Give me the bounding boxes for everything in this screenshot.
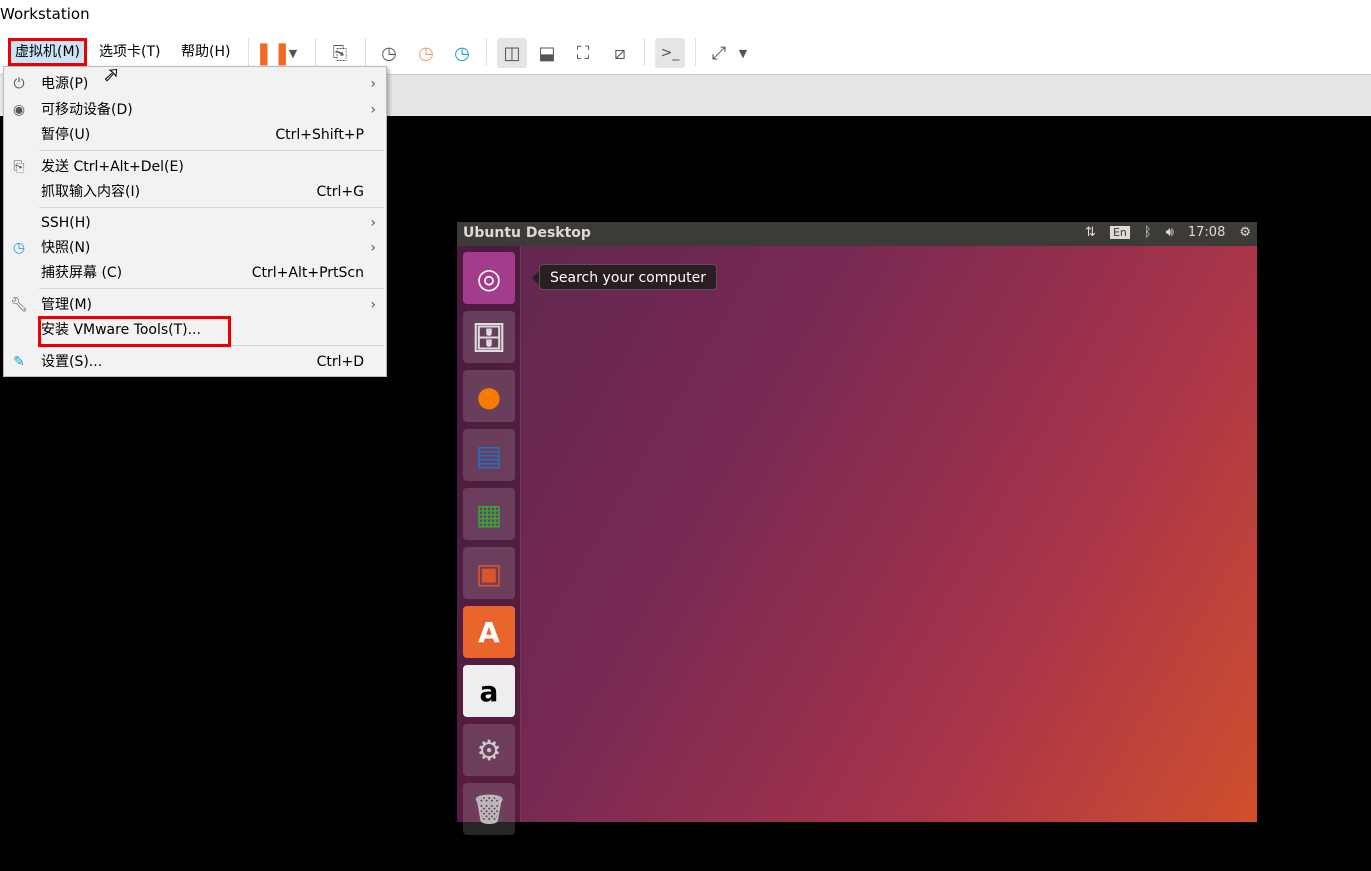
software-center-icon[interactable]: A: [463, 606, 515, 658]
menu-item-pause[interactable]: 暂停(U)Ctrl+Shift+P: [4, 123, 386, 147]
network-icon[interactable]: ⇅: [1085, 225, 1096, 240]
ubuntu-top-panel: Ubuntu Desktop ⇅ En ᛒ 🔊︎ 17:08 ⚙: [457, 222, 1257, 246]
submenu-arrow-icon: ›: [370, 72, 376, 96]
library-view-icon[interactable]: ◫: [497, 38, 527, 68]
firefox-icon[interactable]: ●: [463, 370, 515, 422]
impress-icon[interactable]: ▣: [463, 547, 515, 599]
send-keys-icon: ⎘: [10, 155, 28, 179]
menu-item-snapshot[interactable]: ◷快照(N)›: [4, 236, 386, 260]
snapshot-take-icon[interactable]: ◷: [374, 38, 404, 68]
chevron-down-icon[interactable]: ▼: [283, 38, 303, 68]
disc-icon: ◉: [10, 98, 28, 122]
writer-icon[interactable]: ▤: [463, 429, 515, 481]
power-icon: ⏻: [10, 72, 28, 96]
fullscreen-icon[interactable]: ⛶: [568, 38, 598, 68]
panel-title: Ubuntu Desktop: [463, 225, 591, 241]
send-keys-icon[interactable]: ⎘: [325, 38, 355, 68]
vm-screen[interactable]: Ubuntu Desktop ⇅ En ᛒ 🔊︎ 17:08 ⚙ ◎ 🗄︎ ● …: [457, 222, 1257, 822]
menu-item-removable-devices[interactable]: ◉可移动设备(D)›: [4, 98, 386, 122]
system-settings-icon[interactable]: ⚙: [463, 724, 515, 776]
title-bar: Workstation: [0, 0, 1371, 30]
submenu-arrow-icon: ›: [370, 98, 376, 122]
bluetooth-icon[interactable]: ᛒ: [1144, 225, 1152, 240]
menu-item-grab-input[interactable]: 抓取输入内容(I)Ctrl+G: [4, 180, 386, 204]
wrench-icon: 🔧︎: [10, 293, 28, 317]
mouse-cursor-icon: ➚: [103, 62, 120, 86]
unity-icon[interactable]: ⧄: [605, 38, 635, 68]
trash-icon[interactable]: 🗑︎: [463, 783, 515, 835]
chevron-down-icon[interactable]: ▼: [733, 38, 753, 68]
snapshot-icon: ◷: [10, 236, 28, 260]
files-icon[interactable]: 🗄︎: [463, 311, 515, 363]
stretch-icon[interactable]: ⤢: [704, 38, 734, 68]
highlight-box: [38, 316, 231, 347]
snapshot-manager-icon[interactable]: ◷: [447, 38, 477, 68]
volume-icon[interactable]: 🔊︎: [1166, 225, 1174, 240]
menu-vm[interactable]: 虚拟机(M): [8, 38, 87, 66]
menu-item-ssh[interactable]: SSH(H)›: [4, 211, 386, 235]
menu-item-send-ctrl-alt-del[interactable]: ⎘发送 Ctrl+Alt+Del(E): [4, 155, 386, 179]
console-icon[interactable]: >_: [655, 38, 685, 68]
power-gear-icon[interactable]: ⚙: [1239, 225, 1251, 240]
submenu-arrow-icon: ›: [370, 211, 376, 235]
submenu-arrow-icon: ›: [370, 293, 376, 317]
menu-item-manage[interactable]: 🔧︎管理(M)›: [4, 293, 386, 317]
amazon-icon[interactable]: a: [463, 665, 515, 717]
clock[interactable]: 17:08: [1188, 225, 1225, 240]
launcher-tooltip: Search your computer: [539, 264, 717, 290]
menu-item-capture-screen[interactable]: 捕获屏幕 (C)Ctrl+Alt+PrtScn: [4, 261, 386, 285]
settings-icon: ✎: [10, 350, 28, 374]
menu-item-settings[interactable]: ✎设置(S)...Ctrl+D: [4, 350, 386, 374]
submenu-arrow-icon: ›: [370, 236, 376, 260]
keyboard-indicator[interactable]: En: [1110, 226, 1130, 239]
calc-icon[interactable]: ▦: [463, 488, 515, 540]
thumbnail-view-icon[interactable]: ⬓: [532, 38, 562, 68]
menu-help[interactable]: 帮助(H): [177, 38, 234, 66]
launcher: ◎ 🗄︎ ● ▤ ▦ ▣ A a ⚙ 🗑︎: [457, 246, 521, 822]
dash-icon[interactable]: ◎: [463, 252, 515, 304]
menu-item-power[interactable]: ⏻电源(P)›: [4, 72, 386, 96]
window-title: Workstation: [0, 5, 90, 23]
snapshot-revert-icon[interactable]: ◷: [411, 38, 441, 68]
